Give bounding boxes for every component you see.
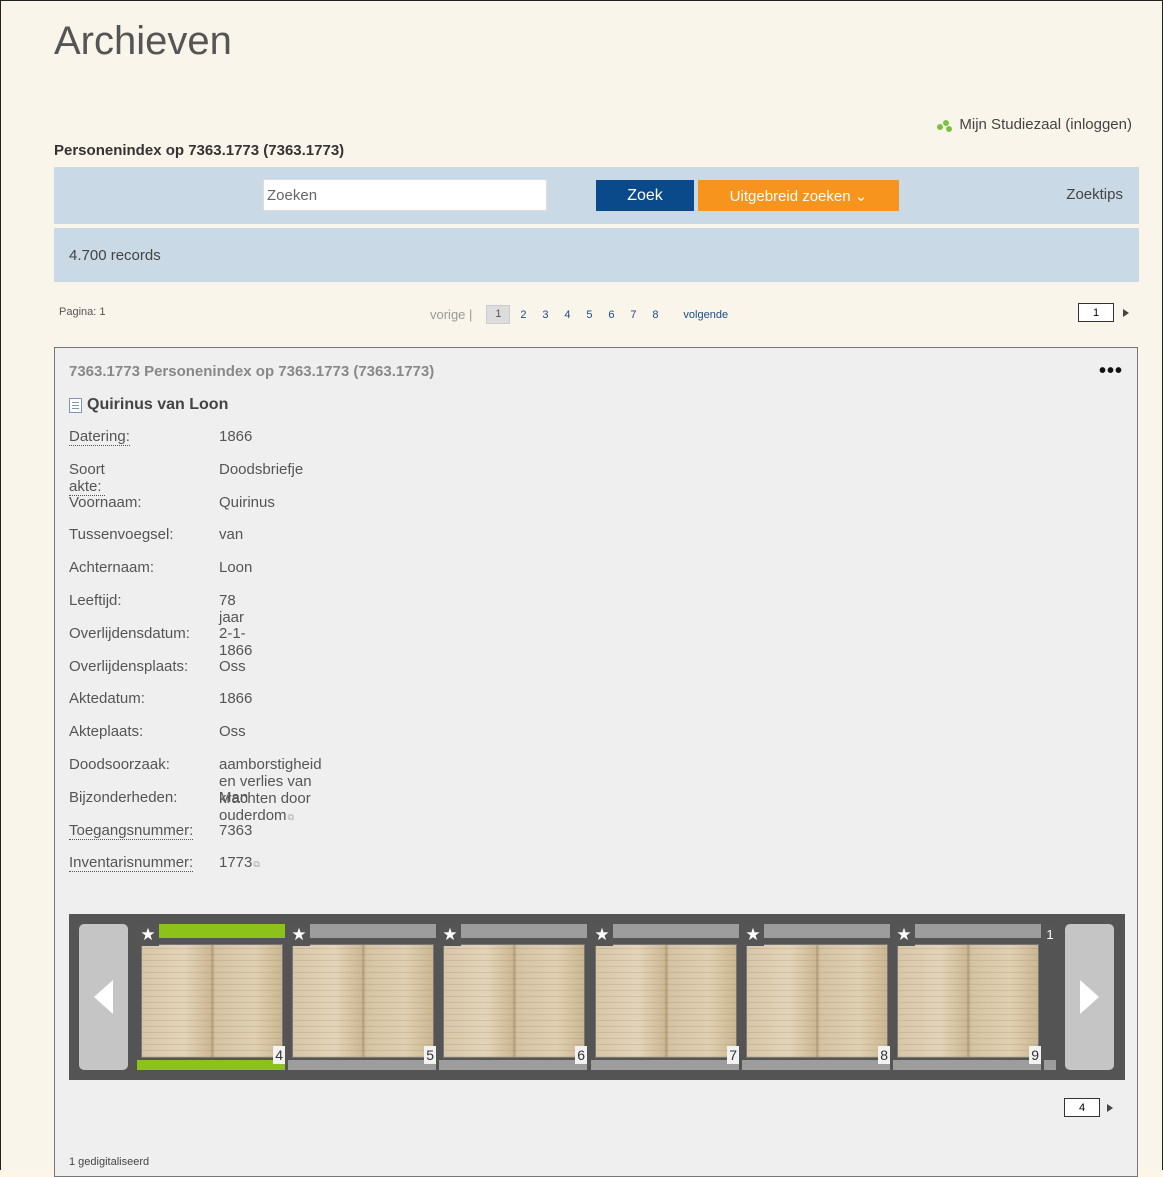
zoek-button[interactable]: Zoek xyxy=(596,180,694,211)
arrow-right-icon xyxy=(1080,980,1099,1014)
digitized-count: 1 gedigitaliseerd xyxy=(69,1156,150,1168)
thumbnail[interactable]: ★ 8 xyxy=(742,924,890,1070)
scan-image xyxy=(746,944,888,1058)
star-icon[interactable]: ★ xyxy=(591,924,613,946)
field-label: Voornaam: xyxy=(69,493,142,511)
scan-image xyxy=(595,944,737,1058)
studiezaal-link[interactable]: Mijn Studiezaal (inloggen) xyxy=(937,116,1132,133)
field-label[interactable]: Toegangsnummer: xyxy=(69,822,194,840)
page-link-5[interactable]: 5 xyxy=(578,309,600,321)
scan-image xyxy=(897,944,1039,1058)
field-label: Overlijdensdatum: xyxy=(69,624,190,642)
field-label: Tussenvoegsel: xyxy=(69,526,174,544)
records-bar: 4.700 records xyxy=(54,228,1139,282)
page-subtitle: Personenindex op 7363.1773 (7363.1773) xyxy=(54,142,345,159)
star-icon[interactable]: ★ xyxy=(893,924,915,946)
field-label: Bijzonderheden: xyxy=(69,788,178,806)
field-value: 7363 xyxy=(219,821,253,839)
field-label: Leeftijd: xyxy=(69,591,122,609)
thumbnail-number: 5 xyxy=(424,1046,436,1064)
thumbnail-number: 4 xyxy=(273,1046,285,1064)
thumbnail-number: 8 xyxy=(878,1046,890,1064)
field-value: 1866 xyxy=(219,428,253,445)
viewer-next-button[interactable] xyxy=(1065,924,1114,1070)
prev-link[interactable]: vorige | xyxy=(430,307,472,322)
field-label: Akteplaats: xyxy=(69,723,144,741)
scan-image xyxy=(443,944,585,1058)
page-link-6[interactable]: 6 xyxy=(600,309,622,321)
thumbnail[interactable]: ★ 6 xyxy=(439,924,587,1070)
thumbnail[interactable]: ★ 4 xyxy=(137,924,285,1070)
search-input[interactable] xyxy=(263,179,547,211)
field-value: Quirinus xyxy=(219,493,275,511)
field-value[interactable]: 1773 xyxy=(219,854,252,871)
field-value: Loon xyxy=(219,559,253,577)
field-label: Overlijdensplaats: xyxy=(69,657,189,675)
star-icon[interactable]: ★ xyxy=(439,924,461,946)
star-icon[interactable]: ★ xyxy=(137,924,159,946)
studiezaal-label: Mijn Studiezaal (inloggen) xyxy=(959,116,1132,133)
scan-image xyxy=(292,944,434,1058)
record-header[interactable]: 7363.1773 Personenindex op 7363.1773 (73… xyxy=(69,363,434,380)
thumbnail-number: 6 xyxy=(575,1046,587,1064)
field-label[interactable]: Datering: xyxy=(69,428,130,446)
thumbnail-strip: ★ 4 ★ 5 ★ 6 ★ 7 ★ 8 ★ 9 1 xyxy=(137,924,1056,1070)
field-value: Oss xyxy=(219,657,246,675)
uitgebreid-zoeken-button[interactable]: Uitgebreid zoeken ⌄ xyxy=(698,180,899,211)
field-label: Doodsoorzaak: xyxy=(69,755,170,773)
thumbnail[interactable]: ★ 7 xyxy=(591,924,739,1070)
field-value: van xyxy=(219,526,244,544)
page-link-3[interactable]: 3 xyxy=(534,309,556,321)
field-label: Achternaam: xyxy=(69,559,155,577)
external-link-icon[interactable]: ⧉ xyxy=(288,812,294,822)
field-value: Doodsbriefje xyxy=(219,460,304,478)
field-value-link[interactable]: 1773⧉ xyxy=(219,854,260,871)
more-options-icon[interactable]: ••• xyxy=(1099,360,1123,383)
thumbnail-number: 7 xyxy=(727,1046,739,1064)
field-label[interactable]: Inventarisnummer: xyxy=(69,854,194,873)
field-value: 78 jaar xyxy=(219,591,245,626)
page-title: Archieven xyxy=(54,19,232,63)
page-number-input[interactable] xyxy=(1078,303,1114,322)
page-link-8[interactable]: 8 xyxy=(644,309,666,321)
scan-image xyxy=(141,944,283,1058)
zoektips-link[interactable]: Zoektips xyxy=(1066,186,1123,203)
search-bar: Zoek Uitgebreid zoeken ⌄ Zoektips xyxy=(54,167,1139,224)
viewer-prev-button[interactable] xyxy=(79,924,128,1070)
thumbnail-partial-label: 1 xyxy=(1044,924,1056,946)
field-value: 2-1-1866 xyxy=(219,624,253,659)
page-link-4[interactable]: 4 xyxy=(556,309,578,321)
next-link[interactable]: volgende xyxy=(683,309,728,321)
field-value: Oss xyxy=(219,723,246,741)
thumbnail-number: 9 xyxy=(1029,1046,1041,1064)
page-indicator: Pagina: 1 xyxy=(59,306,106,318)
record-name[interactable]: Quirinus van Loon xyxy=(69,396,228,414)
scan-viewer: ★ 4 ★ 5 ★ 6 ★ 7 ★ 8 ★ 9 1 xyxy=(69,914,1125,1080)
star-icon[interactable]: ★ xyxy=(288,924,310,946)
field-label[interactable]: Soort akte: xyxy=(69,461,105,496)
field-value: Man xyxy=(219,788,249,806)
record-card: 7363.1773 Personenindex op 7363.1773 (73… xyxy=(54,347,1138,1177)
page-frame: Archieven Mijn Studiezaal (inloggen) Per… xyxy=(0,0,1163,1177)
go-page-arrow-icon[interactable] xyxy=(1123,309,1129,317)
star-icon[interactable]: ★ xyxy=(742,924,764,946)
scan-page-input[interactable] xyxy=(1064,1098,1100,1117)
external-link-icon[interactable]: ⧉ xyxy=(253,859,259,869)
go-scan-arrow-icon[interactable] xyxy=(1107,1104,1113,1112)
arrow-left-icon xyxy=(94,980,113,1014)
records-count: 4.700 records xyxy=(69,247,161,264)
page-link-1[interactable]: 1 xyxy=(486,305,511,324)
page-link-7[interactable]: 7 xyxy=(622,309,644,321)
thumbnail[interactable]: ★ 5 xyxy=(288,924,436,1070)
document-icon xyxy=(69,397,82,413)
page-link-2[interactable]: 2 xyxy=(512,309,534,321)
field-label: Aktedatum: xyxy=(69,690,145,708)
studiezaal-icon xyxy=(937,118,953,132)
thumbnail-partial[interactable]: 1 xyxy=(1044,924,1056,1070)
pagination: vorige | 1 2 3 4 5 6 7 8 volgende xyxy=(430,305,728,324)
thumbnail[interactable]: ★ 9 xyxy=(893,924,1041,1070)
field-value: 1866 xyxy=(219,690,253,708)
record-name-label: Quirinus van Loon xyxy=(87,396,229,413)
